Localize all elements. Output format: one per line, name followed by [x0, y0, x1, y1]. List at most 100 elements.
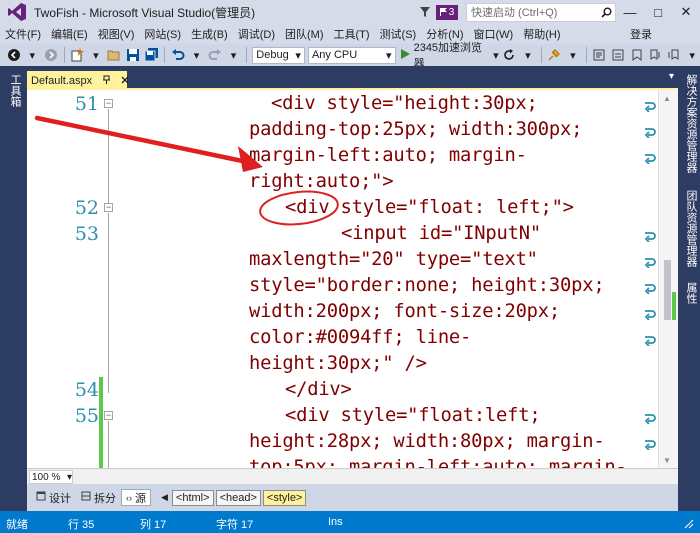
word-wrap-icon: [642, 410, 658, 426]
code-line: maxlength="20" type="text": [249, 249, 538, 270]
chevron-left-icon[interactable]: ◀: [161, 492, 168, 503]
play-icon: [399, 48, 411, 63]
solution-platform-select[interactable]: Any CPU ▾: [307, 46, 396, 64]
source-view-button[interactable]: ‹› 源: [121, 489, 151, 506]
outline-line: [108, 109, 109, 203]
outline-line: [108, 213, 109, 393]
code-line: </div>: [285, 379, 352, 400]
chevron-down-icon[interactable]: ▾: [520, 47, 536, 63]
browser-link-icon[interactable]: [547, 47, 563, 63]
close-icon[interactable]: [121, 76, 129, 86]
menu-tools[interactable]: 工具(T): [329, 26, 375, 42]
code-line: top:5px; margin-left:auto; margin-: [249, 457, 627, 468]
menu-file[interactable]: 文件(F): [0, 26, 46, 42]
split-view-button[interactable]: 拆分: [76, 489, 121, 506]
collapse-icon[interactable]: −: [104, 411, 113, 420]
bookmark-next-icon[interactable]: [666, 47, 682, 63]
standard-toolbar: ▾ ▾ ▾ ▾ Debug ▾ Any CPU ▾ 2345加速浏览器 ▾ ▾ …: [0, 42, 700, 70]
toolbar-separator: [164, 47, 166, 63]
tab-label: Default.aspx: [31, 74, 93, 87]
source-label: 源: [135, 492, 146, 505]
chevron-down-icon: ▾: [386, 49, 392, 62]
menu-debug[interactable]: 调试(D): [233, 26, 280, 42]
login-link[interactable]: 登录: [630, 26, 652, 42]
save-icon[interactable]: [125, 47, 141, 63]
split-icon: [81, 491, 91, 504]
scrollbar-thumb[interactable]: [664, 260, 671, 320]
breadcrumb-style[interactable]: <style>: [262, 489, 307, 506]
solution-explorer-tab[interactable]: 解决方案资源管理器: [683, 74, 699, 173]
chevron-down-icon[interactable]: ▾: [88, 47, 104, 63]
toolbox-tab[interactable]: 工具箱: [7, 74, 23, 107]
chevron-down-icon[interactable]: ▾: [565, 47, 581, 63]
properties-tab[interactable]: 属性: [683, 282, 699, 304]
vertical-scrollbar[interactable]: ▲ ▼: [658, 90, 678, 468]
chevron-down-icon: ▾: [66, 471, 72, 483]
back-icon[interactable]: [6, 47, 22, 63]
menu-team[interactable]: 团队(M): [280, 26, 329, 42]
feedback-filter-icon[interactable]: [418, 5, 432, 19]
bookmark-icon[interactable]: [629, 47, 645, 63]
menu-website[interactable]: 网站(S): [139, 26, 186, 42]
breadcrumb-html[interactable]: <html>: [171, 489, 214, 506]
source-icon: ‹›: [126, 492, 132, 503]
code-line: <input id="INputN": [341, 223, 541, 244]
collapse-icon[interactable]: −: [104, 99, 113, 108]
new-project-icon[interactable]: [70, 47, 86, 63]
line-number: 53: [74, 223, 99, 245]
search-icon[interactable]: [597, 4, 615, 21]
design-view-button[interactable]: 设计: [31, 489, 76, 506]
menu-view[interactable]: 视图(V): [93, 26, 140, 42]
chevron-down-icon[interactable]: ▾: [189, 47, 205, 63]
title-bar: TwoFish - Microsoft Visual Studio(管理员) 3…: [0, 0, 700, 24]
redo-icon[interactable]: [207, 47, 223, 63]
comment-icon[interactable]: [592, 47, 608, 63]
notification-count: 3: [448, 6, 455, 18]
resize-grip-icon[interactable]: [684, 519, 694, 532]
menu-edit[interactable]: 编辑(E): [46, 26, 93, 42]
menu-help[interactable]: 帮助(H): [518, 26, 565, 42]
chevron-down-icon[interactable]: ▾: [25, 47, 41, 63]
maximize-button[interactable]: □: [644, 0, 672, 24]
minimize-button[interactable]: —: [616, 0, 644, 24]
collapse-icon[interactable]: −: [104, 203, 113, 212]
code-editor[interactable]: 51 52 53 54 55 − − − <div style="height:…: [27, 90, 678, 468]
status-line: 行 35: [68, 519, 95, 531]
undo-icon[interactable]: [170, 47, 186, 63]
solution-configuration-select[interactable]: Debug ▾: [252, 46, 305, 64]
scroll-up-icon[interactable]: ▲: [663, 94, 671, 103]
chevron-down-icon[interactable]: ▾: [684, 47, 700, 63]
platform-value: Any CPU: [311, 49, 358, 61]
word-wrap-icon: [642, 124, 658, 140]
code-line: color:#0094ff; line-: [249, 327, 472, 348]
scroll-down-icon[interactable]: ▼: [663, 456, 671, 465]
quick-launch-placeholder: 快速启动 (Ctrl+Q): [471, 7, 558, 19]
status-ready: 就绪: [6, 519, 28, 531]
refresh-icon[interactable]: [502, 47, 518, 63]
zoom-select[interactable]: 100 % ▾: [29, 470, 73, 484]
chevron-down-icon[interactable]: ▾: [226, 47, 242, 63]
chevron-down-icon[interactable]: ▾: [669, 71, 674, 82]
toolbar-separator: [246, 47, 248, 63]
team-explorer-tab[interactable]: 团队资源管理器: [683, 190, 699, 267]
code-line: <div style="height:30px;: [271, 93, 538, 114]
close-button[interactable]: ✕: [672, 0, 700, 24]
pin-icon[interactable]: [102, 75, 111, 86]
toolbar-separator: [63, 47, 65, 63]
save-all-icon[interactable]: [144, 47, 160, 63]
bookmark-prev-icon[interactable]: [647, 47, 663, 63]
status-insert-mode: Ins: [328, 516, 343, 528]
word-wrap-icon: [642, 254, 658, 270]
breadcrumb-head[interactable]: <head>: [215, 489, 261, 506]
code-line: padding-top:25px; width:300px;: [249, 119, 583, 140]
menu-build[interactable]: 生成(B): [186, 26, 233, 42]
flag-icon: [439, 8, 447, 16]
quick-launch-input[interactable]: 快速启动 (Ctrl+Q): [466, 2, 616, 22]
code-line: height:28px; width:80px; margin-: [249, 431, 605, 452]
forward-icon[interactable]: [43, 47, 59, 63]
open-folder-icon[interactable]: [107, 47, 123, 63]
notifications-badge[interactable]: 3: [436, 4, 458, 20]
uncomment-icon[interactable]: [610, 47, 626, 63]
word-wrap-icon: [642, 332, 658, 348]
code-line: height:30px;" />: [249, 353, 427, 374]
